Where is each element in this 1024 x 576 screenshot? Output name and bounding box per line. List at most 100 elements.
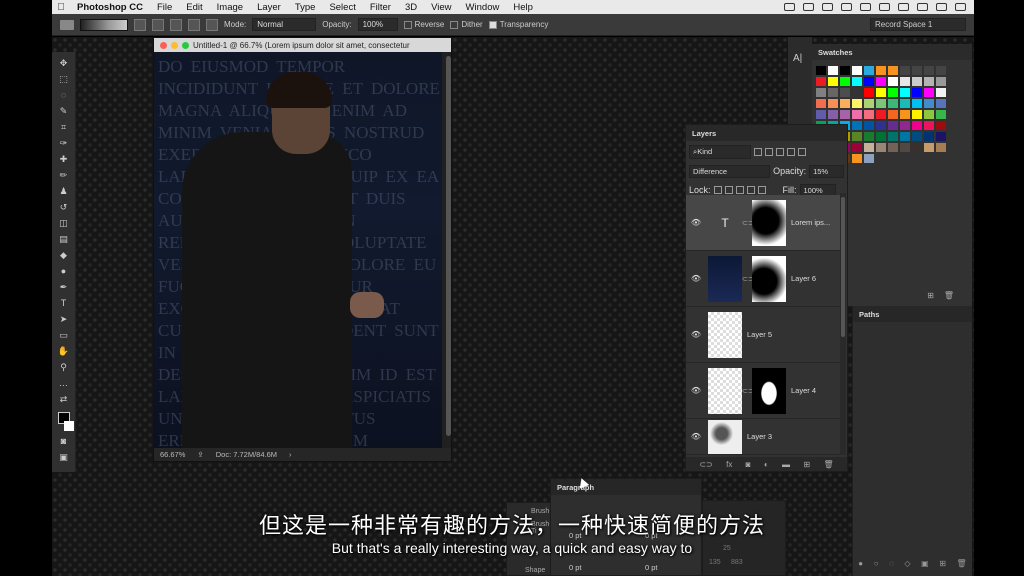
marquee-tool-icon[interactable]: ⬚ <box>58 74 70 85</box>
trash-icon[interactable]: 🗑 <box>823 460 833 469</box>
more-tools-icon[interactable]: … <box>58 378 70 389</box>
filter-kind-select[interactable]: ⌕Kind <box>689 145 751 159</box>
swatch[interactable] <box>900 99 910 108</box>
layer-name[interactable]: Layer 6 <box>786 274 816 283</box>
eye-icon[interactable]: 👁 <box>686 386 706 395</box>
link-icon[interactable]: ⊂⊃ <box>742 219 754 227</box>
swatch[interactable] <box>912 110 922 119</box>
link-icon[interactable]: ⊂⊃ <box>742 275 754 283</box>
shape-tool-icon[interactable]: ▭ <box>58 330 70 341</box>
space-before-field[interactable]: 0 pt <box>569 563 582 572</box>
layer-mask-thumbnail[interactable] <box>752 255 786 302</box>
gradient-picker[interactable] <box>80 18 128 31</box>
swap-colors-icon[interactable]: ⇄ <box>58 394 70 405</box>
swatch[interactable] <box>936 110 946 119</box>
swatch[interactable] <box>864 154 874 163</box>
menu-select[interactable]: Select <box>322 2 362 13</box>
document-scrollbar[interactable] <box>442 52 451 450</box>
swatch[interactable] <box>876 66 886 75</box>
eye-icon[interactable]: 👁 <box>686 218 706 227</box>
type-filter-icon[interactable] <box>776 148 784 156</box>
linear-gradient-button[interactable] <box>134 18 146 31</box>
eye-icon[interactable]: 👁 <box>686 330 706 339</box>
paths-header[interactable]: Paths <box>853 306 972 322</box>
reverse-checkbox[interactable] <box>403 20 412 29</box>
swatch[interactable] <box>888 110 898 119</box>
swatch[interactable] <box>924 143 934 152</box>
radial-gradient-button[interactable] <box>152 18 164 31</box>
reverse-option[interactable]: Reverse <box>403 20 444 29</box>
crop-tool-icon[interactable]: ⌗ <box>58 122 70 133</box>
camera-icon[interactable] <box>784 3 795 11</box>
swatch[interactable] <box>852 77 862 86</box>
lock-position-icon[interactable] <box>735 186 744 194</box>
healing-tool-icon[interactable]: ✚ <box>58 154 70 165</box>
swatch[interactable] <box>876 99 886 108</box>
quick-select-tool-icon[interactable]: ✎ <box>58 106 70 117</box>
swatch[interactable] <box>900 110 910 119</box>
shape-filter-icon[interactable] <box>787 148 795 156</box>
swatch[interactable] <box>852 110 862 119</box>
layer-name[interactable]: Lorem ips... <box>786 218 830 227</box>
swatch[interactable] <box>864 77 874 86</box>
blur-tool-icon[interactable]: ◆ <box>58 250 70 261</box>
layer-mask-thumbnail[interactable] <box>752 367 786 414</box>
swatch[interactable] <box>828 88 838 97</box>
swatch[interactable] <box>888 143 898 152</box>
type-tool-icon[interactable]: T <box>58 298 70 309</box>
smart-filter-icon[interactable] <box>798 148 806 156</box>
add-mask-icon[interactable]: ◙ <box>746 460 751 469</box>
dropbox-icon[interactable] <box>803 3 814 11</box>
swatch[interactable] <box>888 132 898 141</box>
mode-select[interactable]: Normal <box>252 18 317 31</box>
swatch[interactable] <box>840 77 850 86</box>
layer-row[interactable]: 👁 ⊂⊃ Layer 4 <box>686 363 841 419</box>
make-path-icon[interactable]: ◇ <box>904 559 910 568</box>
swatches-header[interactable]: Swatches <box>812 44 972 60</box>
pixel-filter-icon[interactable] <box>754 148 762 156</box>
sync-icon[interactable] <box>822 3 833 11</box>
swatch[interactable] <box>888 121 898 130</box>
link-layers-icon[interactable]: ⊂⊃ <box>699 460 712 469</box>
new-group-icon[interactable]: ▬ <box>782 460 790 469</box>
delete-path-icon[interactable]: 🗑 <box>957 559 967 568</box>
swatch[interactable] <box>864 99 874 108</box>
swatch[interactable] <box>828 99 838 108</box>
menu-type[interactable]: Type <box>288 2 323 13</box>
menu-help[interactable]: Help <box>506 2 540 13</box>
swatch[interactable] <box>936 132 946 141</box>
lasso-tool-icon[interactable]: ◌ <box>58 90 70 101</box>
menu-layer[interactable]: Layer <box>250 2 288 13</box>
workspace-select[interactable]: Record Space 1 <box>870 18 966 31</box>
swatch[interactable] <box>936 77 946 86</box>
load-selection-icon[interactable]: ◌ <box>889 559 894 568</box>
swatch[interactable] <box>852 154 862 163</box>
swatch[interactable] <box>876 110 886 119</box>
apple-icon[interactable]:  <box>52 2 70 13</box>
swatch[interactable] <box>816 99 826 108</box>
swatch[interactable] <box>888 66 898 75</box>
link-icon[interactable]: ⊂⊃ <box>742 387 754 395</box>
swatch[interactable] <box>864 143 874 152</box>
stamp-tool-icon[interactable]: ♟ <box>58 186 70 197</box>
menu-3d[interactable]: 3D <box>398 2 424 13</box>
swatch[interactable] <box>924 99 934 108</box>
dither-checkbox[interactable] <box>450 20 459 29</box>
menu-view[interactable]: View <box>424 2 458 13</box>
gradient-tool-icon[interactable] <box>60 19 74 30</box>
swatch[interactable] <box>936 143 946 152</box>
menu-window[interactable]: Window <box>459 2 507 13</box>
swatch[interactable] <box>888 77 898 86</box>
dither-option[interactable]: Dither <box>450 20 483 29</box>
swatch[interactable] <box>888 88 898 97</box>
layer-mask-thumbnail[interactable] <box>752 199 786 246</box>
transparency-checkbox[interactable] <box>488 20 497 29</box>
swatch[interactable] <box>816 88 826 97</box>
swatch[interactable] <box>864 66 874 75</box>
swatch[interactable] <box>852 132 862 141</box>
swatch[interactable] <box>840 66 850 75</box>
bluetooth-icon[interactable] <box>879 3 890 11</box>
scroll-thumb[interactable] <box>446 56 451 436</box>
opacity-input[interactable]: 100% <box>357 18 398 31</box>
swatch[interactable] <box>852 121 862 130</box>
